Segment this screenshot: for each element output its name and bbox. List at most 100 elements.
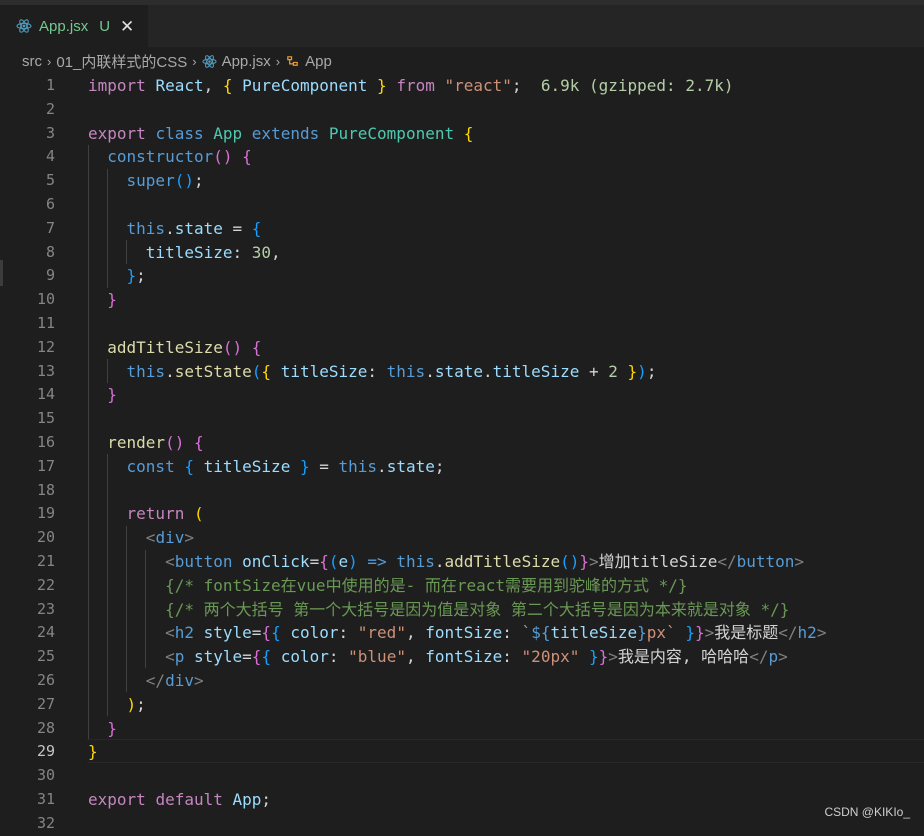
token: titleSize	[203, 456, 291, 476]
code-line-31: export default App;	[88, 790, 272, 809]
token: "red"	[357, 623, 406, 643]
token: e	[338, 552, 349, 571]
breadcrumb-item-folder[interactable]: 01_内联样式的CSS	[56, 51, 187, 72]
token: extends	[251, 123, 320, 143]
token: p	[174, 647, 185, 667]
import-cost-hint: 6.9k (gzipped: 2.7k)	[540, 76, 734, 95]
token: h2	[174, 623, 194, 643]
token: "blue"	[348, 647, 406, 667]
code-line-25: <p style={{ color: "blue", fontSize: "20…	[165, 647, 788, 667]
breadcrumb-item-src[interactable]: src	[22, 53, 42, 70]
line-number: 2	[45, 99, 55, 118]
code-editor[interactable]: 1 2 3 4 5 6 7 8 9 10 11 12 13 14 15 16 17 18 19 20 21 22 23 24 2…	[0, 74, 924, 832]
token: state	[386, 456, 435, 476]
code-comment: /* fontSize在vue中使用的是- 而在react需要用到驼峰的方式 *…	[174, 575, 678, 595]
line-number: 6	[45, 195, 55, 213]
class-symbol-icon	[287, 55, 298, 66]
breadcrumb-item-class[interactable]: App	[305, 53, 332, 70]
code-line-24: <h2 style={{ color: "red", fontSize: `${…	[165, 623, 827, 643]
line-number: 11	[36, 314, 55, 332]
code-line-14: }	[107, 385, 117, 405]
token: App	[232, 790, 262, 809]
code-line-5: super();	[126, 171, 204, 191]
token: fontSize	[425, 647, 503, 667]
code-line-22: {/* fontSize在vue中使用的是- 而在react需要用到驼峰的方式 …	[165, 575, 688, 595]
token: button	[736, 552, 795, 571]
code-line-12: addTitleSize() {	[107, 337, 262, 357]
token: App	[213, 123, 243, 143]
react-icon	[201, 54, 217, 68]
token: div	[155, 528, 185, 548]
token: titleSize	[280, 361, 368, 381]
tab-bar: App.jsx U ✕	[0, 5, 924, 47]
token: p	[768, 647, 779, 667]
token: PureComponent	[328, 123, 455, 143]
token: default	[155, 790, 223, 809]
token: color	[290, 623, 339, 643]
breadcrumb: src › 01_内联样式的CSS › App.jsx › App	[0, 48, 924, 74]
token: titleSize	[145, 242, 233, 262]
react-icon	[16, 19, 32, 33]
token: fontSize	[425, 623, 503, 643]
code-line-16: render() {	[107, 433, 204, 452]
token: button	[174, 552, 233, 571]
chevron-right-icon: ›	[275, 53, 281, 69]
token: 我是内容, 哈哈哈	[617, 647, 750, 667]
token: return	[126, 504, 185, 524]
token: "react"	[444, 76, 512, 95]
line-number: 15	[36, 409, 55, 428]
code-line-9: };	[126, 266, 146, 286]
watermark: CSDN @KIKIo_	[824, 805, 910, 819]
token: 2	[608, 361, 618, 381]
tab-title: App.jsx	[39, 17, 89, 35]
code-line-1: import React, { PureComponent } from "re…	[88, 76, 734, 95]
chevron-right-icon: ›	[192, 53, 197, 69]
token: style	[203, 623, 252, 643]
token: 30	[251, 242, 272, 262]
token: h2	[797, 623, 817, 643]
token: addTitleSize	[444, 552, 561, 571]
token: this	[396, 552, 435, 571]
chevron-right-icon: ›	[47, 53, 52, 69]
token: 增加titleSize	[598, 552, 718, 571]
token: "20px"	[521, 647, 580, 667]
breadcrumb-item-file[interactable]: App.jsx	[222, 53, 271, 70]
code-line-17: const { titleSize } = this.state;	[126, 456, 445, 476]
code-line-13: this.setState({ titleSize: this.state.ti…	[126, 361, 657, 381]
token: constructor	[107, 147, 214, 167]
code-line-27: );	[126, 694, 146, 714]
token: export	[88, 123, 146, 143]
token: React	[155, 76, 204, 95]
token: px`	[646, 623, 676, 643]
token: this	[338, 456, 378, 476]
token: titleSize	[550, 623, 638, 643]
code-line-23: {/* 两个大括号 第一个大括号是因为值是对象 第二个大括号是因为本来就是对象 …	[165, 599, 790, 619]
code-line-21: <button onClick={(e) => this.addTitleSiz…	[165, 552, 805, 571]
token: setState	[174, 361, 252, 381]
token: super	[126, 171, 175, 191]
token: from	[396, 76, 435, 95]
token: state	[174, 218, 223, 238]
token: style	[193, 647, 243, 667]
code-line-10: }	[107, 290, 117, 310]
token: titleSize	[492, 361, 580, 381]
token: 我是标题	[714, 623, 779, 643]
close-icon[interactable]: ✕	[120, 18, 134, 35]
code-line-19: return (	[126, 504, 204, 524]
line-number: 18	[36, 480, 55, 499]
code-line-26: </div>	[145, 671, 204, 690]
code-line-8: titleSize: 30,	[145, 242, 281, 262]
line-number: 32	[36, 813, 55, 832]
token: `	[521, 623, 532, 643]
line-number: 30	[36, 766, 55, 785]
code-line-29: }	[88, 742, 98, 762]
token: class	[155, 123, 204, 143]
token: color	[280, 647, 329, 667]
token: this	[386, 361, 426, 381]
code-line-20: <div>	[145, 528, 194, 548]
tab-app-jsx[interactable]: App.jsx U ✕	[0, 5, 148, 47]
token: this	[126, 218, 166, 238]
token: onClick	[242, 552, 310, 571]
code-line-3: export class App extends PureComponent {	[88, 123, 474, 143]
code-line-7: this.state = {	[126, 218, 262, 238]
